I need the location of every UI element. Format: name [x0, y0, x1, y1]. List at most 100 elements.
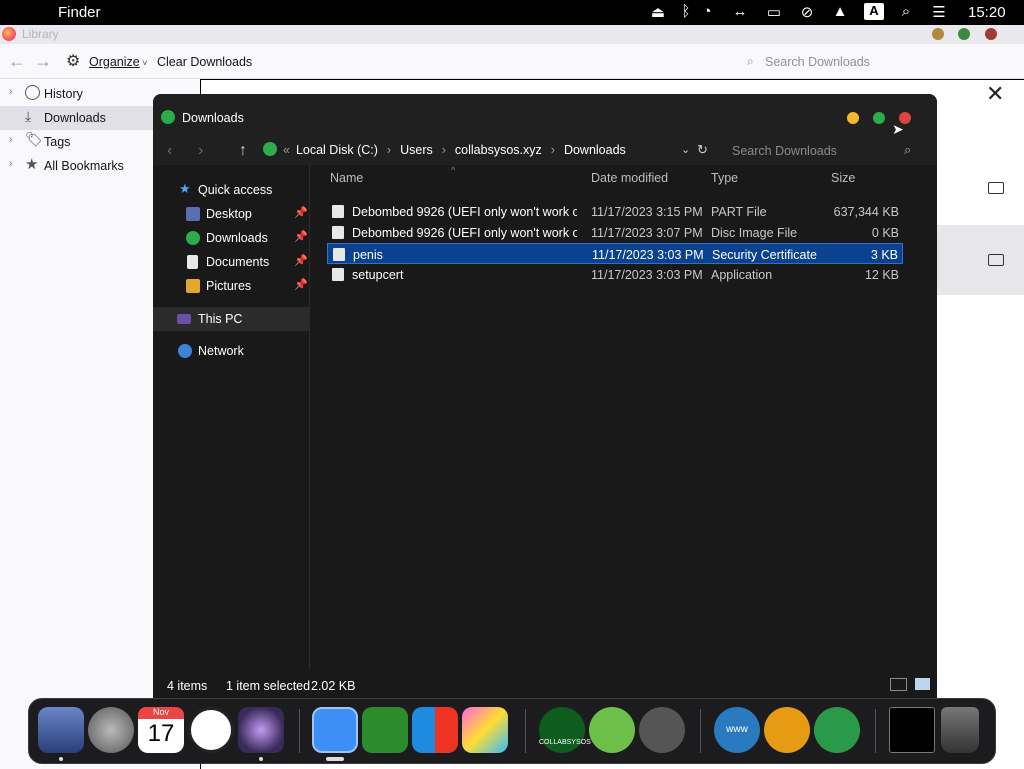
nav-this-pc[interactable]: This PC	[153, 307, 310, 331]
nav-item-downloads[interactable]: Downloads 📌	[153, 226, 310, 250]
maximize-button[interactable]	[873, 112, 885, 124]
column-header-size[interactable]: Size	[831, 171, 855, 185]
chevron-right-icon[interactable]: ›	[9, 158, 12, 169]
wifi-off-icon[interactable]: ⊘	[797, 3, 817, 21]
collabsysos-label: COLLABSYSOS	[539, 739, 591, 746]
breadcrumb-separator: ›	[386, 143, 392, 157]
pin-icon[interactable]: 📌	[294, 206, 308, 219]
file-row[interactable]: penis 11/17/2023 3:03 PM Security Certific…	[327, 243, 903, 264]
download-icon: ⤓	[25, 108, 32, 124]
pin-icon[interactable]: 📌	[294, 254, 308, 267]
details-view-icon[interactable]	[890, 678, 907, 691]
close-icon[interactable]: ✕	[986, 81, 1004, 107]
breadcrumb-separator: ›	[550, 143, 555, 157]
chevron-right-icon[interactable]: ›	[9, 86, 12, 97]
column-header-type[interactable]: Type	[711, 171, 738, 185]
file-row[interactable]: setupcert 11/17/2023 3:03 PM Application 12…	[327, 264, 903, 285]
file-row[interactable]: Debombed 9926 (UEFI only won't work o...…	[327, 222, 903, 243]
status-selected: 1 item selected	[226, 679, 311, 693]
nav-item-desktop[interactable]: Desktop 📌	[153, 202, 310, 226]
star-icon: ★	[179, 181, 191, 196]
column-header-date[interactable]: Date modified	[591, 171, 668, 185]
calendar-icon[interactable]: Nov 17	[138, 707, 184, 753]
download-row-highlight[interactable]	[937, 225, 1024, 295]
launchpad-rocket-icon[interactable]	[88, 707, 134, 753]
link-chain-icon[interactable]	[589, 707, 635, 753]
safari-compass-icon[interactable]	[312, 707, 358, 753]
refresh-icon[interactable]: ↻	[697, 142, 708, 158]
pin-icon[interactable]: 📌	[294, 230, 308, 243]
downloads-icon	[263, 142, 277, 156]
column-header-name[interactable]: Name	[330, 171, 363, 185]
running-indicator	[59, 757, 63, 761]
pin-icon[interactable]: 📌	[294, 278, 308, 291]
back-icon[interactable]: ←	[8, 51, 26, 72]
file-size: 3 KB	[870, 248, 898, 262]
folder-icon[interactable]	[988, 182, 1004, 194]
bluetooth-icon[interactable]: ᛒ	[676, 3, 696, 20]
up-arrow-icon[interactable]: ↑	[239, 142, 247, 160]
explorer-search-input[interactable]: Search Downloads ⌕	[724, 139, 924, 165]
nav-item-documents[interactable]: Documents 📌	[153, 250, 310, 274]
trash-icon[interactable]	[941, 707, 979, 753]
firefox-icon	[2, 27, 16, 41]
large-icons-view-icon[interactable]	[915, 678, 930, 690]
star-icon: ★	[25, 156, 39, 173]
breadcrumb-item-user[interactable]: collabsysos.xyz	[455, 143, 542, 157]
forward-icon[interactable]: ›	[198, 142, 203, 160]
nav-quick-access[interactable]: ★ Quick access	[153, 178, 310, 202]
web-globe-icon[interactable]: www	[714, 707, 760, 753]
file-row[interactable]: Debombed 9926 (UEFI only won't work o...…	[327, 201, 903, 222]
menubar-clock[interactable]: 15:20	[968, 4, 1006, 21]
downloader-icon[interactable]	[764, 707, 810, 753]
folder-icon[interactable]	[988, 254, 1004, 266]
back-icon[interactable]: ‹	[167, 142, 172, 160]
chevron-down-icon[interactable]: ⌄	[681, 143, 690, 156]
dock-separator	[525, 709, 526, 753]
pie-chart-icon[interactable]: ◔	[697, 3, 717, 20]
nav-item-pictures[interactable]: Pictures 📌	[153, 274, 310, 298]
calendar-day: 17	[147, 720, 175, 747]
breadcrumb-item-local-disk[interactable]: Local Disk (C:)	[296, 143, 378, 157]
control-center-icon[interactable]: ☰	[929, 3, 949, 21]
chevron-right-icon[interactable]: ›	[9, 134, 12, 145]
input-source-icon[interactable]: A	[864, 3, 884, 20]
close-dot[interactable]	[985, 28, 997, 40]
search-icon: ⌕	[747, 54, 754, 68]
clock-app-icon[interactable]	[188, 707, 234, 753]
gear-icon[interactable]: ⚙	[66, 51, 80, 71]
breadcrumb-item-downloads[interactable]: Downloads	[564, 143, 626, 157]
clear-downloads-button[interactable]: Clear Downloads	[157, 55, 252, 69]
library-toolbar: ← → ⚙ Organize ˅ Clear Downloads ⌕ Searc…	[0, 44, 1024, 79]
dock-separator	[700, 709, 701, 753]
upload-icon[interactable]: ▲	[830, 3, 850, 20]
utorrent-icon[interactable]	[362, 707, 408, 753]
photo-preview-icon[interactable]	[462, 707, 508, 753]
app-menu-name[interactable]: Finder	[58, 4, 101, 21]
file-type: Security Certificate	[712, 248, 817, 262]
nav-network[interactable]: Network	[153, 339, 310, 363]
siri-icon[interactable]	[238, 707, 284, 753]
system-tools-icon[interactable]	[639, 707, 685, 753]
windows-parallels-icon[interactable]	[412, 707, 458, 753]
zoom-dot[interactable]	[958, 28, 970, 40]
forward-icon[interactable]: →	[34, 51, 52, 72]
display-icon[interactable]: ▭	[764, 3, 784, 21]
code-arrows-icon[interactable]: ↔	[730, 3, 750, 20]
file-name: Debombed 9926 (UEFI only won't work o...	[352, 226, 577, 240]
breadcrumb-item-users[interactable]: Users	[400, 143, 433, 157]
community-group-icon[interactable]	[814, 707, 860, 753]
minimize-button[interactable]	[847, 112, 859, 124]
library-search-input[interactable]: ⌕ Search Downloads	[740, 48, 1024, 75]
breadcrumb-overflow[interactable]: «	[283, 143, 290, 157]
file-name: penis	[353, 248, 383, 262]
sort-up-icon: ^	[451, 165, 456, 175]
eject-icon[interactable]: ⏏	[648, 3, 668, 21]
minimized-window-icon[interactable]	[889, 707, 935, 753]
finder-icon[interactable]	[38, 707, 84, 753]
file-icon	[332, 226, 344, 239]
search-icon[interactable]: ⌕	[896, 3, 916, 20]
organize-button[interactable]: Organize ˅	[89, 55, 148, 69]
collabsysos-icon[interactable]: COLLABSYSOS	[539, 707, 591, 753]
minimize-dot[interactable]	[932, 28, 944, 40]
